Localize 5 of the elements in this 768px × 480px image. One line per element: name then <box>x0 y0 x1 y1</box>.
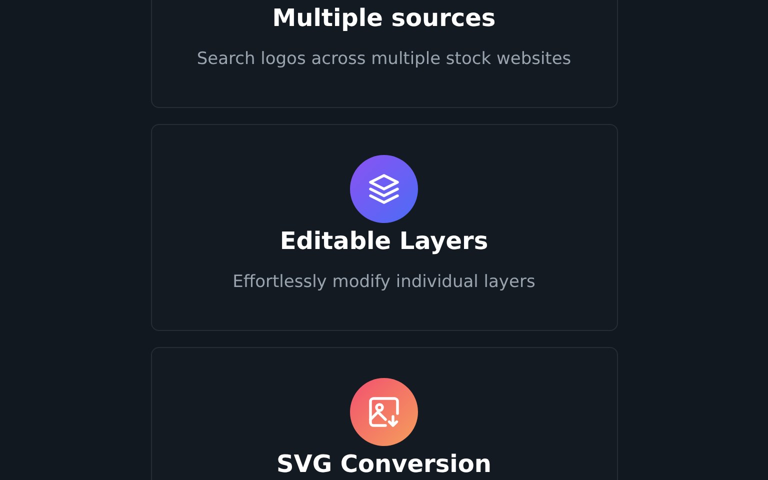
feature-title: Editable Layers <box>280 226 488 256</box>
feature-title: SVG Conversion <box>276 449 492 479</box>
feature-description: Effortlessly modify individual layers <box>232 271 536 294</box>
feature-title: Multiple sources <box>272 3 496 33</box>
feature-description: Search logos across multiple stock websites <box>196 48 572 71</box>
